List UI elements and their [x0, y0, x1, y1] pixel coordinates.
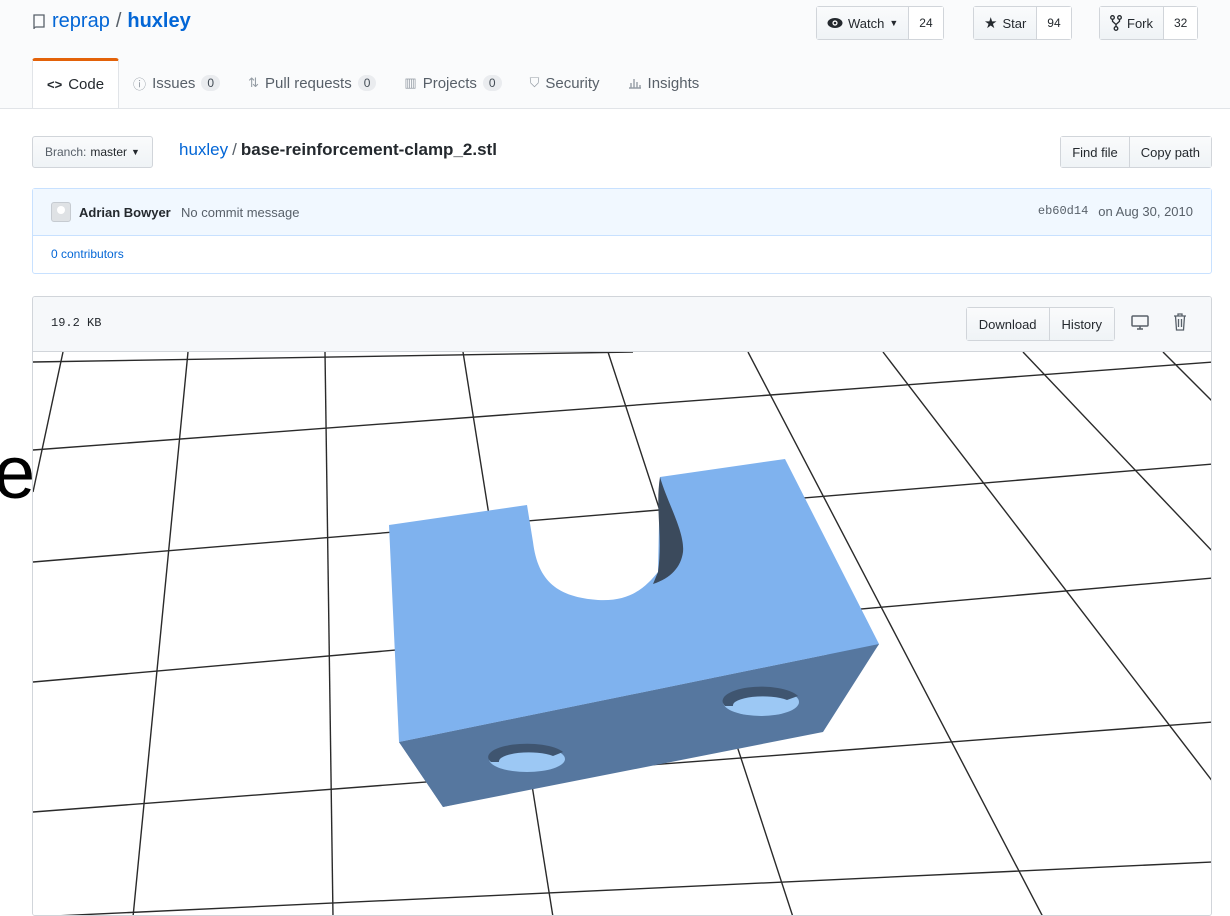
star-icon: ★: [984, 15, 998, 32]
fork-button[interactable]: Fork: [1100, 7, 1163, 39]
tab-code-label: Code: [68, 76, 105, 93]
file-nav-group: Find file Copy path: [1060, 136, 1212, 168]
copy-path-button[interactable]: Copy path: [1128, 137, 1211, 167]
branch-select[interactable]: Branch: master ▼: [32, 136, 153, 168]
breadcrumb-separator: /: [232, 140, 237, 159]
breadcrumb-root-link[interactable]: huxley: [179, 140, 228, 159]
star-button[interactable]: ★ Star: [974, 7, 1037, 39]
tab-projects-counter: 0: [482, 75, 502, 91]
tab-security[interactable]: ⛉ Security: [516, 58, 614, 108]
code-icon: <>: [47, 77, 63, 92]
tab-pull-requests-label: Pull requests: [265, 74, 352, 92]
caret-down-icon: ▼: [131, 147, 140, 157]
file-size: 19.2 KB: [51, 316, 102, 330]
commit-message: No commit message: [181, 205, 300, 220]
download-button[interactable]: Download: [966, 308, 1049, 340]
find-file-button[interactable]: Find file: [1061, 137, 1129, 167]
issue-icon: ⓘ: [133, 76, 147, 92]
tab-issues[interactable]: ⓘ Issues 0: [119, 58, 234, 108]
commit-meta: eb60d14 on Aug 30, 2010: [1038, 204, 1193, 219]
breadcrumb-file: base-reinforcement-clamp_2.stl: [240, 140, 497, 159]
stl-canvas[interactable]: [33, 351, 1212, 916]
tab-insights-label: Insights: [647, 74, 700, 92]
file-navigation: Branch: master ▼ huxley / base-reinforceme…: [32, 136, 1212, 168]
star-label: Star: [1002, 15, 1027, 31]
watch-label: Watch: [848, 15, 885, 31]
repo-owner-link[interactable]: reprap: [52, 10, 110, 33]
commit-date: on Aug 30, 2010: [1098, 204, 1193, 219]
repo-title: reprap / huxley: [32, 10, 191, 33]
star-group: ★ Star 94: [973, 6, 1072, 40]
breadcrumb: huxley / base-reinforcement-clamp_2.stl: [179, 140, 497, 160]
tab-issues-label: Issues: [152, 74, 196, 92]
watch-button[interactable]: Watch ▼: [817, 7, 909, 39]
caret-down-icon: ▼: [889, 18, 899, 28]
clamp-model: [389, 459, 879, 807]
star-count[interactable]: 94: [1036, 7, 1071, 39]
tab-code[interactable]: <> Code: [32, 58, 120, 108]
shield-icon: ⛉: [529, 75, 540, 90]
tab-projects[interactable]: ▥ Projects 0: [390, 58, 515, 108]
tab-pull-requests[interactable]: ⇅ Pull requests 0: [234, 58, 390, 108]
graph-icon: [628, 79, 641, 89]
file-actions-group: Download History: [965, 307, 1115, 341]
fork-icon: [1110, 15, 1122, 31]
eye-icon: [827, 18, 843, 28]
repo-icon: [33, 13, 45, 29]
branch-label: Branch:: [45, 145, 87, 159]
repo-header: reprap / huxley Watch ▼ 24 ★ Star 94 For…: [0, 0, 1230, 109]
fork-label: Fork: [1127, 15, 1153, 31]
stl-viewer[interactable]: [33, 351, 1212, 916]
watch-group: Watch ▼ 24: [816, 6, 944, 40]
trash-icon[interactable]: [1173, 313, 1187, 331]
tab-pull-requests-counter: 0: [357, 75, 377, 91]
branch-value: master: [90, 145, 128, 159]
repo-name-link[interactable]: huxley: [127, 10, 190, 33]
history-button[interactable]: History: [1048, 308, 1114, 340]
cropped-overlay-glyph: e: [0, 431, 36, 514]
tab-security-label: Security: [545, 74, 600, 92]
contributors-link[interactable]: 0 contributors: [51, 247, 124, 261]
project-icon: ▥: [404, 75, 417, 90]
tab-projects-label: Projects: [422, 74, 477, 92]
commit-tease: Adrian Bowyer No commit message eb60d14 …: [32, 188, 1212, 274]
fork-group: Fork 32: [1099, 6, 1199, 40]
avatar[interactable]: [51, 202, 71, 222]
file-header: 19.2 KB Download History: [33, 297, 1211, 352]
fork-count[interactable]: 32: [1163, 7, 1198, 39]
commit-sha-link[interactable]: eb60d14: [1038, 204, 1088, 219]
repo-separator: /: [115, 10, 122, 32]
commit-author-link[interactable]: Adrian Bowyer: [79, 205, 171, 220]
repo-nav: <> Code ⓘ Issues 0 ⇅ Pull requests 0 ▥ P…: [32, 58, 713, 108]
tab-issues-counter: 0: [201, 75, 221, 91]
watch-count[interactable]: 24: [908, 7, 943, 39]
commit-header: Adrian Bowyer No commit message eb60d14 …: [33, 189, 1211, 236]
tab-insights[interactable]: Insights: [614, 58, 714, 108]
pull-request-icon: ⇅: [248, 75, 260, 90]
file-box: 19.2 KB Download History: [32, 296, 1212, 916]
desktop-icon[interactable]: [1131, 315, 1149, 331]
